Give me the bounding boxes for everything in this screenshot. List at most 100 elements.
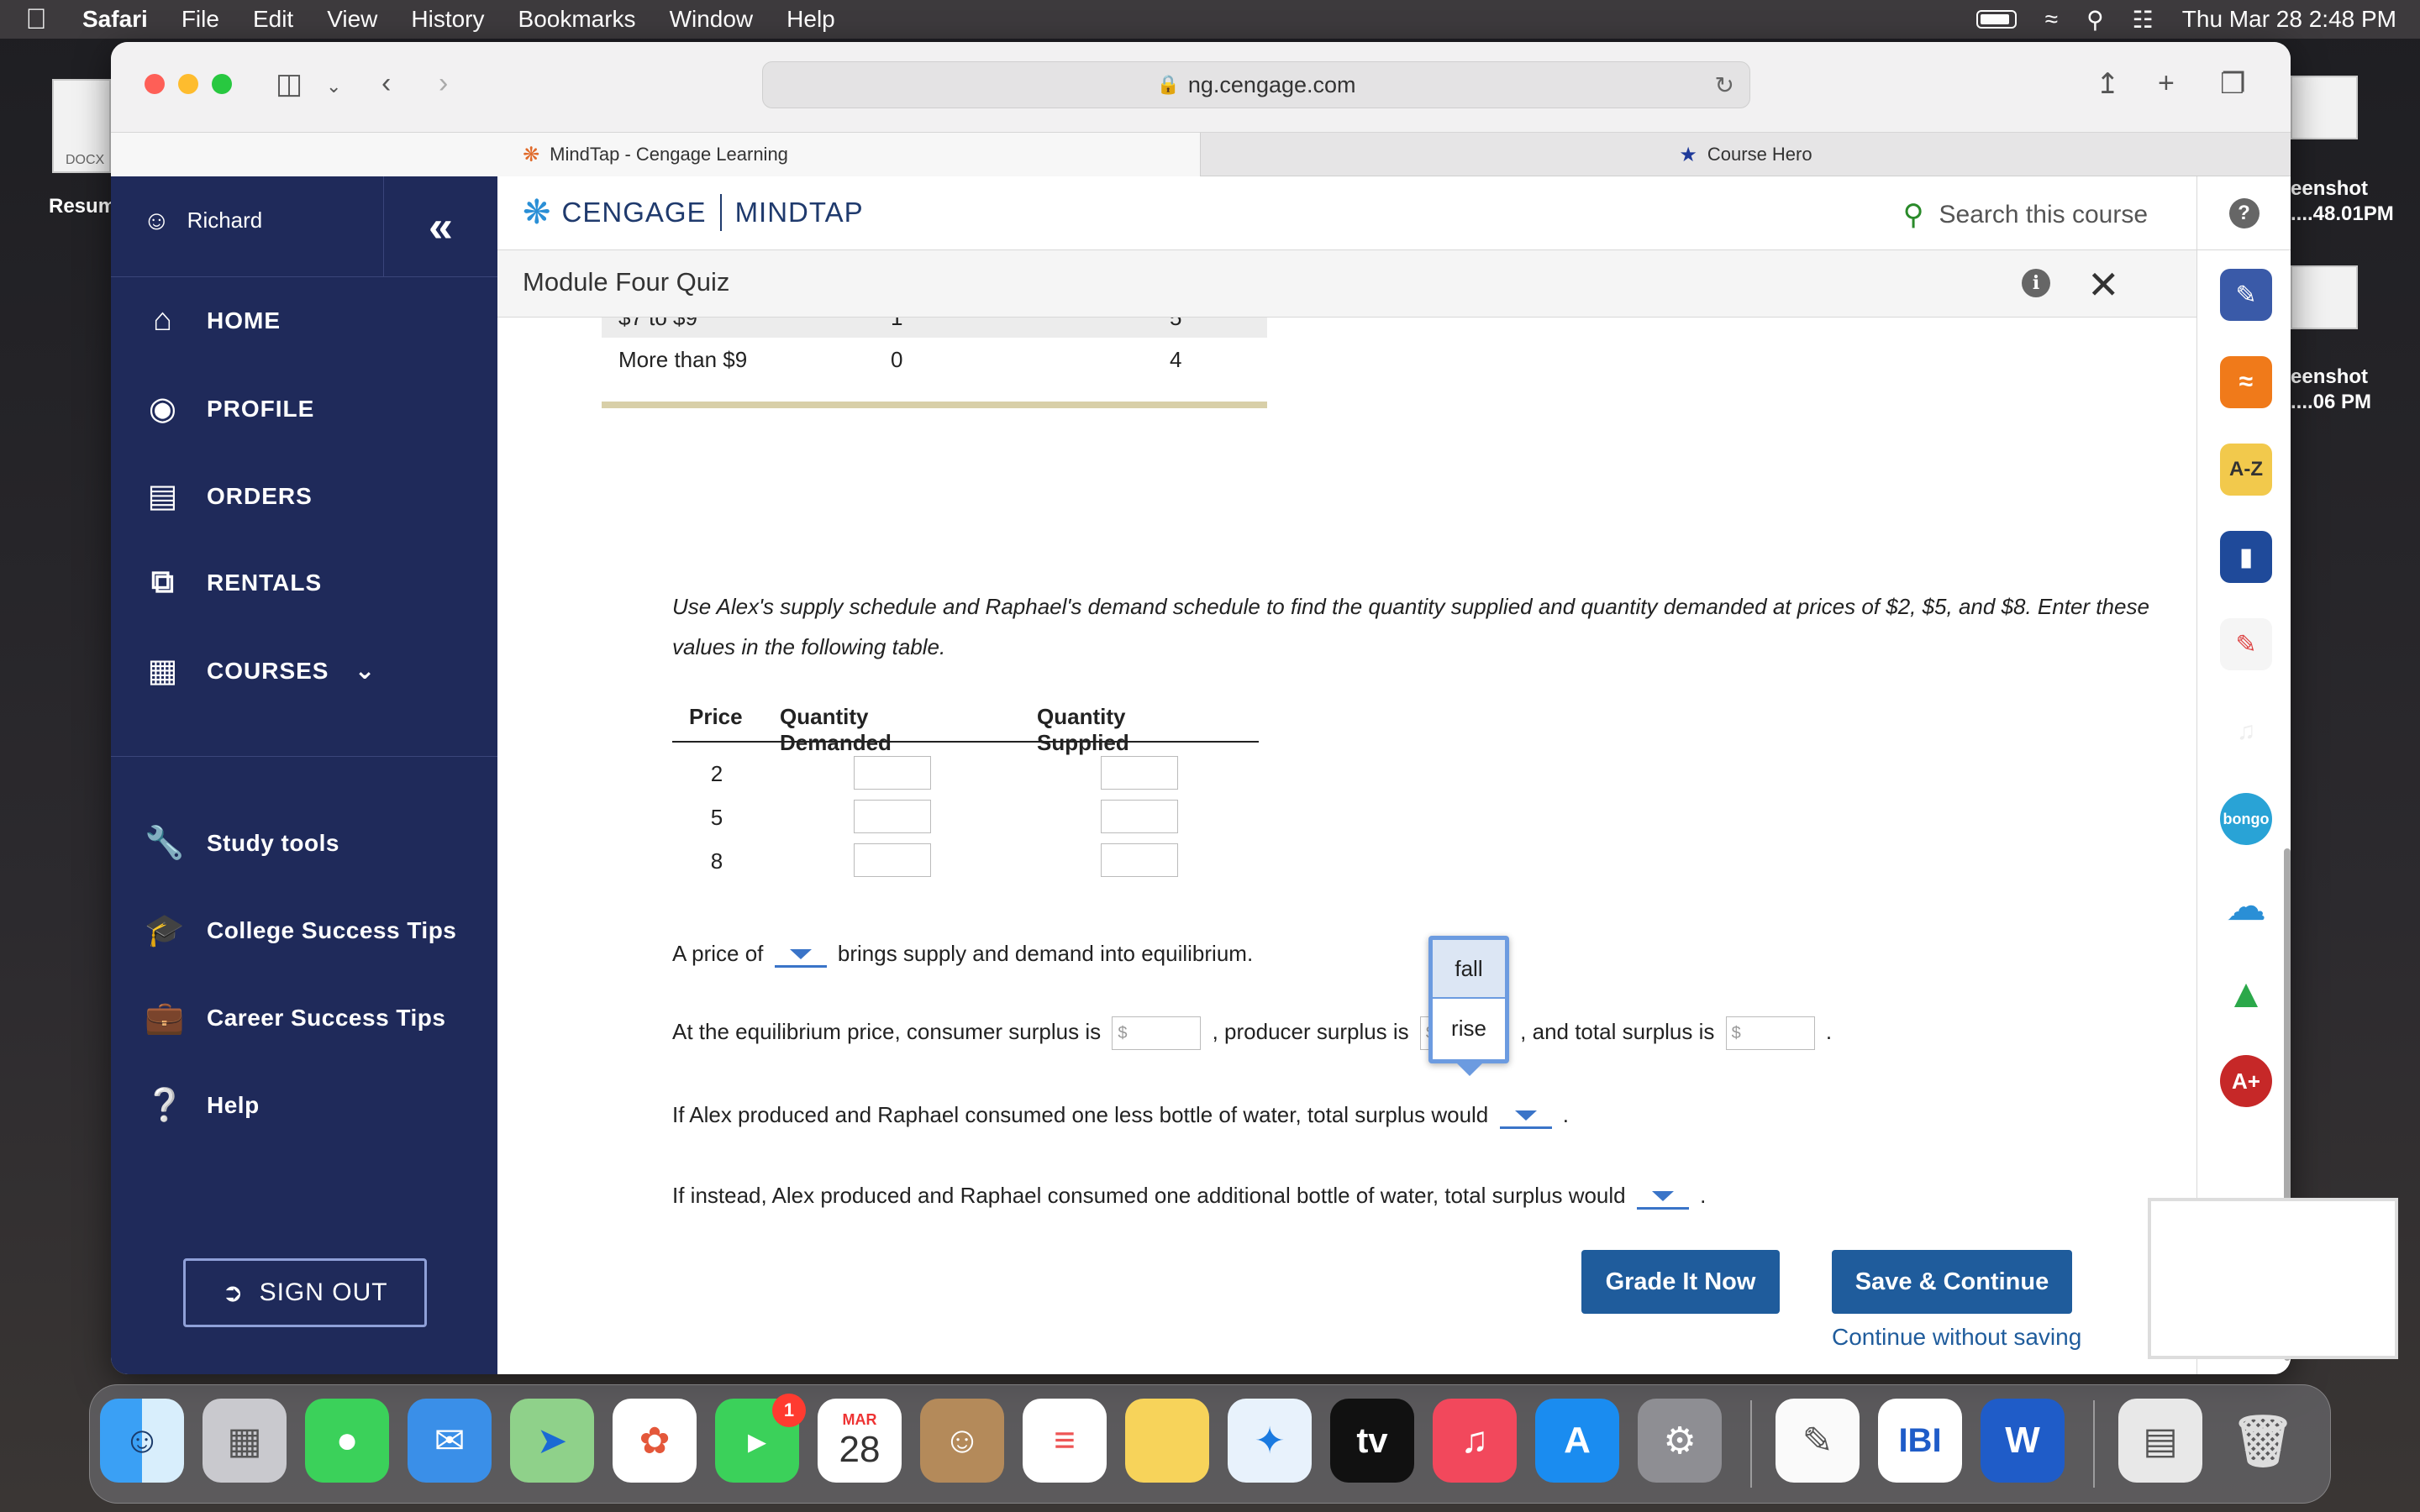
control-center-icon[interactable]: ☷ xyxy=(2133,6,2154,34)
consumer-surplus-input[interactable]: $ xyxy=(1112,1016,1202,1050)
reminders-icon[interactable]: ≡ xyxy=(1023,1399,1107,1483)
help-button[interactable]: ? xyxy=(2196,176,2291,250)
audio-app-icon[interactable]: ♫ xyxy=(2220,706,2272,758)
menu-window[interactable]: Window xyxy=(670,6,754,33)
quantity-demanded-input-5[interactable] xyxy=(854,800,931,833)
cengage-mindtap-logo[interactable]: ❋ CENGAGE MINDTAP xyxy=(523,193,864,232)
safari-icon[interactable]: ✦ xyxy=(1228,1399,1312,1483)
tab-mindtap[interactable]: ❋ MindTap - Cengage Learning xyxy=(111,133,1200,176)
save-continue-button[interactable]: Save & Continue xyxy=(1832,1250,2072,1314)
menu-safari[interactable]: Safari xyxy=(82,6,148,33)
close-icon[interactable]: ✕ xyxy=(2087,262,2120,307)
sidebar-item-help[interactable]: ❔ Help xyxy=(145,1087,260,1124)
forward-icon[interactable]: › xyxy=(439,67,448,100)
dropdown-option-fall[interactable]: fall xyxy=(1433,940,1505,999)
contacts-icon[interactable]: ☺ xyxy=(920,1399,1004,1483)
messages-icon[interactable]: ● xyxy=(305,1399,389,1483)
notes-app-icon[interactable]: ✎ xyxy=(2220,618,2272,670)
address-bar[interactable]: 🔒 ng.cengage.com ↻ xyxy=(762,61,1750,108)
a-z-app-icon[interactable]: A-Z xyxy=(2220,444,2272,496)
user-account[interactable]: ☺ Richard xyxy=(143,205,262,236)
mail-icon[interactable]: ✉ xyxy=(408,1399,492,1483)
search-input[interactable]: Search this course xyxy=(1939,201,2148,229)
dropdown-option-rise[interactable]: rise xyxy=(1433,999,1505,1058)
menu-edit[interactable]: Edit xyxy=(253,6,293,33)
menu-bookmarks[interactable]: Bookmarks xyxy=(518,6,636,33)
google-drive-app-icon[interactable]: ▲ xyxy=(2220,968,2272,1020)
bongo-app-icon[interactable]: bongo xyxy=(2220,793,2272,845)
photos-icon[interactable]: ✿ xyxy=(613,1399,697,1483)
quantity-supplied-input-2[interactable] xyxy=(1101,756,1178,790)
wifi-icon[interactable]: ≈ xyxy=(2045,6,2058,33)
less-surplus-dropdown[interactable] xyxy=(1499,1104,1552,1130)
zoom-window-button[interactable] xyxy=(212,74,232,94)
sidebar-toggle-icon[interactable]: ◫ xyxy=(276,67,302,101)
rss-app-icon[interactable]: ≈ xyxy=(2220,356,2272,408)
maps-icon[interactable]: ➤ xyxy=(510,1399,594,1483)
menubar-clock[interactable]: Thu Mar 28 2:48 PM xyxy=(2182,6,2396,33)
book-app-icon[interactable]: ▮ xyxy=(2220,531,2272,583)
sidebar-item-home[interactable]: ⌂ HOME xyxy=(145,302,281,339)
calendar-icon[interactable]: MAR 28 xyxy=(818,1399,902,1483)
sidebar-item-profile[interactable]: ◉ PROFILE xyxy=(145,390,314,428)
desktop-file-label[interactable]: Resum xyxy=(49,195,116,218)
battery-icon[interactable] xyxy=(1975,10,2017,29)
course-search[interactable]: ⚲ Search this course xyxy=(1903,198,2148,232)
menu-help[interactable]: Help xyxy=(786,6,835,33)
app-store-icon[interactable]: A xyxy=(1535,1399,1619,1483)
close-window-button[interactable] xyxy=(145,74,165,94)
new-tab-icon[interactable]: + xyxy=(2158,67,2175,100)
tab-course-hero[interactable]: ★ Course Hero xyxy=(1200,133,2291,176)
grade-a-plus-app-icon[interactable]: A+ xyxy=(2220,1055,2272,1107)
facetime-icon[interactable]: ▸ 1 xyxy=(715,1394,806,1483)
system-settings-icon[interactable]: ⚙ xyxy=(1638,1399,1722,1483)
sidebar-item-orders[interactable]: ▤ ORDERS xyxy=(145,477,313,515)
menu-file[interactable]: File xyxy=(182,6,219,33)
finder-icon[interactable]: ☺ xyxy=(100,1399,184,1483)
onedrive-app-icon[interactable]: ☁ xyxy=(2220,880,2272,932)
music-icon[interactable]: ♫ xyxy=(1433,1399,1517,1483)
grade-it-now-button[interactable]: Grade It Now xyxy=(1581,1250,1780,1314)
sign-out-button[interactable]: ➲ SIGN OUT xyxy=(183,1258,427,1327)
quantity-supplied-input-8[interactable] xyxy=(1101,843,1178,877)
desktop-screenshot-label-1[interactable]: eenshot ....48.01PM xyxy=(2291,176,2394,227)
chevron-down-icon[interactable]: ⌄ xyxy=(326,76,341,97)
sidebar-item-college-success-tips[interactable]: 🎓 College Success Tips xyxy=(145,912,456,949)
back-icon[interactable]: ‹ xyxy=(381,67,391,100)
continue-without-saving-link[interactable]: Continue without saving xyxy=(1832,1324,2081,1351)
sidebar-item-courses[interactable]: ▦ COURSES ⌄ xyxy=(145,652,376,690)
launchpad-icon[interactable]: ▦ xyxy=(203,1399,287,1483)
screenshot-thumbnail[interactable] xyxy=(2148,1198,2398,1359)
total-surplus-input[interactable]: $ xyxy=(1725,1016,1815,1050)
notes-icon[interactable] xyxy=(1125,1399,1209,1483)
pencil-app-icon[interactable]: ✎ xyxy=(2220,269,2272,321)
minimize-window-button[interactable] xyxy=(178,74,198,94)
apple-tv-icon[interactable]: tv xyxy=(1330,1399,1414,1483)
trash-icon[interactable]: 🗑 xyxy=(2221,1399,2305,1483)
reload-icon[interactable]: ↻ xyxy=(1715,71,1734,99)
quantity-demanded-input-2[interactable] xyxy=(854,756,931,790)
spotlight-search-icon[interactable]: ⚲ xyxy=(2086,6,2104,34)
sidebar-item-rentals[interactable]: ⧉ RENTALS xyxy=(145,564,322,601)
desktop-screenshot-thumbnail-2[interactable] xyxy=(2291,265,2358,329)
collapse-sidebar-button[interactable]: « xyxy=(383,176,497,277)
quantity-demanded-input-8[interactable] xyxy=(854,843,931,877)
desktop-screenshot-thumbnail[interactable] xyxy=(2291,76,2358,139)
share-icon[interactable]: ↥ xyxy=(2096,67,2120,101)
tab-overview-icon[interactable]: ❐ xyxy=(2220,67,2245,101)
desktop-screenshot-label-2[interactable]: eenshot ....06 PM xyxy=(2291,365,2371,415)
more-surplus-dropdown[interactable] xyxy=(1636,1184,1689,1210)
menu-view[interactable]: View xyxy=(327,6,377,33)
sidebar-item-study-tools[interactable]: 🔧 Study tools xyxy=(145,825,339,862)
sidebar-item-career-success-tips[interactable]: 💼 Career Success Tips xyxy=(145,1000,445,1037)
equilibrium-price-dropdown[interactable] xyxy=(774,942,827,969)
apple-icon[interactable]:  xyxy=(24,3,49,36)
textedit-icon[interactable]: ✎ xyxy=(1776,1399,1860,1483)
ibm-app-icon[interactable]: IBI xyxy=(1878,1399,1962,1483)
menu-history[interactable]: History xyxy=(411,6,484,33)
downloads-stack-icon[interactable]: ▤ xyxy=(2118,1399,2202,1483)
info-icon[interactable]: i xyxy=(2022,269,2050,297)
quantity-supplied-input-5[interactable] xyxy=(1101,800,1178,833)
desktop-file-thumbnail[interactable]: DOCX xyxy=(52,79,111,173)
microsoft-word-icon[interactable]: W xyxy=(1981,1399,2065,1483)
